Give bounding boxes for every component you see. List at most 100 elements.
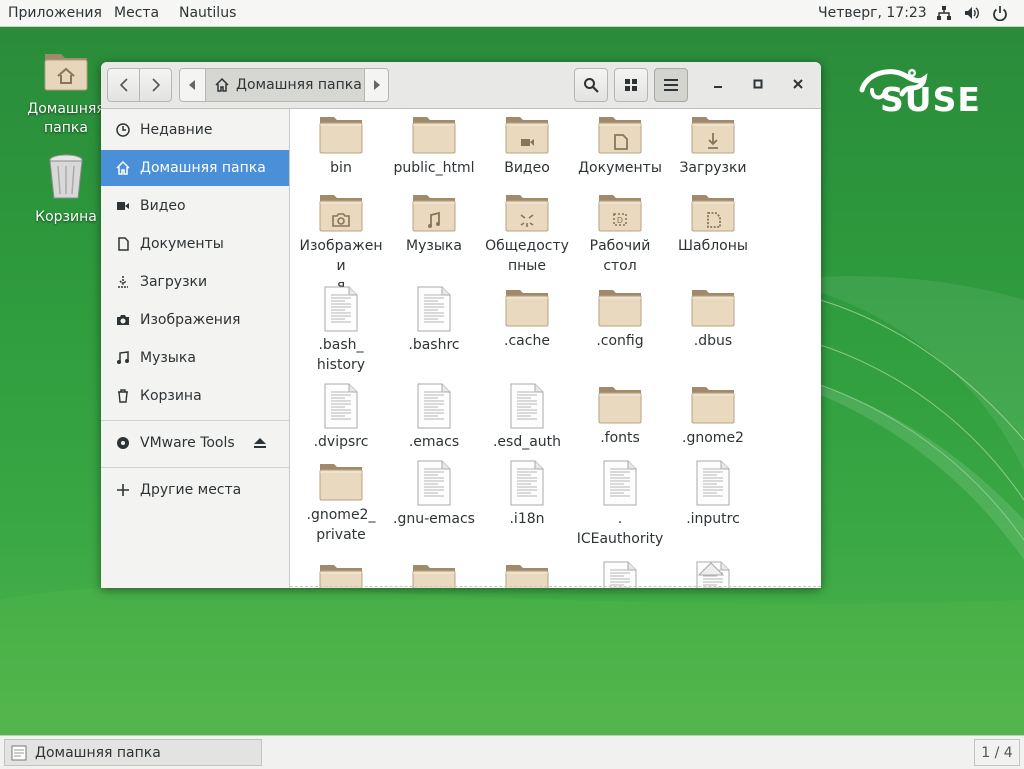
volume-icon[interactable] — [964, 5, 980, 21]
desktop-home-folder[interactable]: Домашняя папка — [26, 48, 106, 138]
folder-item[interactable] — [295, 561, 387, 588]
item-name: .fonts — [574, 428, 666, 448]
folder-item[interactable]: Документы — [574, 113, 666, 178]
sidebar-item-pictures[interactable]: Изображения — [101, 302, 289, 338]
folder-item[interactable]: .fonts — [574, 383, 666, 448]
item-name-line-1: .emacs — [408, 434, 460, 450]
app-menu[interactable]: Nautilus — [179, 0, 236, 26]
maximize-icon — [753, 79, 763, 89]
item-name-line-1: Шаблоны — [678, 238, 748, 254]
item-name-line-1: .fonts — [600, 430, 640, 446]
download-icon — [118, 276, 128, 288]
item-name-line-2: стол — [603, 258, 637, 274]
sidebar-item-video[interactable]: Видео — [101, 188, 289, 224]
folder-public-icon — [505, 195, 549, 232]
folder-item[interactable] — [388, 561, 480, 588]
taskbar: Домашняя папка 1 / 4 — [0, 735, 1024, 769]
file-item[interactable]: .bashrc — [388, 286, 480, 355]
header-bar: Домашняя папка — [101, 62, 821, 109]
sidebar-item-other-locations[interactable]: Другие места — [101, 472, 289, 508]
sidebar-item-home[interactable]: Домашняя папка — [101, 150, 289, 186]
desktop-home-label-2: папка — [44, 120, 88, 136]
folder-item[interactable]: bin — [295, 113, 387, 178]
sidebar-item-recent[interactable]: Недавние — [101, 112, 289, 148]
folder-templates-icon — [691, 195, 735, 232]
folder-icon — [319, 464, 363, 501]
file-item[interactable]: .esd_auth — [481, 383, 573, 452]
folder-item[interactable]: Изображени я — [295, 191, 387, 296]
folder-icon — [691, 290, 735, 327]
item-name-line-1: public_html — [393, 160, 475, 176]
text-file-icon — [417, 286, 451, 332]
folder-item[interactable]: Видео — [481, 113, 573, 178]
item-name-line-1: .inputrc — [686, 511, 740, 527]
item-name-line-2: history — [316, 357, 366, 373]
file-item[interactable] — [667, 561, 759, 588]
file-item[interactable]: .dvipsrc — [295, 383, 387, 452]
folder-item[interactable]: D Рабочий стол — [574, 191, 666, 276]
close-button[interactable] — [788, 74, 808, 94]
sidebar: Недавние Домашняя папка Видео Документы … — [101, 109, 290, 588]
places-menu[interactable]: Места — [114, 0, 159, 26]
sidebar-item-documents[interactable]: Документы — [101, 226, 289, 262]
file-item[interactable]: .gnu-emacs — [388, 460, 480, 529]
folder-item[interactable]: Загрузки — [667, 113, 759, 178]
network-icon[interactable] — [936, 5, 952, 21]
file-item[interactable]: .bash_ history — [295, 286, 387, 375]
search-icon — [584, 78, 599, 93]
file-item[interactable]: .emacs — [388, 383, 480, 452]
sidebar-item-music[interactable]: Музыка — [101, 340, 289, 376]
file-item[interactable]: . ICEauthority — [574, 460, 666, 549]
sidebar-item-label: Видео — [140, 198, 186, 214]
workspace-indicator[interactable]: 1 / 4 — [974, 739, 1020, 766]
item-name-line-1: .cache — [504, 333, 550, 349]
folder-item[interactable]: .dbus — [667, 286, 759, 351]
minimize-button[interactable] — [708, 74, 728, 94]
folder-icon — [412, 117, 456, 154]
menu-button[interactable] — [654, 68, 688, 102]
item-name: Музыка — [388, 236, 480, 256]
eject-icon[interactable] — [253, 436, 267, 450]
back-button[interactable] — [107, 68, 140, 102]
power-icon[interactable] — [992, 5, 1008, 21]
folder-item[interactable]: public_html — [388, 113, 480, 178]
path-scroll-right[interactable] — [365, 69, 389, 101]
text-file-icon — [603, 561, 637, 588]
file-item[interactable]: .i18n — [481, 460, 573, 529]
sidebar-item-downloads[interactable]: Загрузки — [101, 264, 289, 300]
path-home-button[interactable]: Домашняя папка — [205, 69, 365, 101]
folder-item[interactable]: .cache — [481, 286, 573, 351]
file-item[interactable] — [574, 561, 666, 588]
folder-item[interactable]: Шаблоны — [667, 191, 759, 256]
clock[interactable]: Четверг, 17:23 — [818, 0, 927, 26]
forward-button[interactable] — [139, 68, 172, 102]
path-current-label: Домашняя папка — [236, 77, 362, 93]
folder-icon — [598, 387, 642, 424]
maximize-button[interactable] — [748, 74, 768, 94]
path-scroll-left[interactable] — [180, 69, 204, 101]
item-name-line-1: Видео — [504, 160, 550, 176]
file-item[interactable]: .inputrc — [667, 460, 759, 529]
item-name: .dvipsrc — [295, 432, 387, 452]
folder-item[interactable]: Музыка — [388, 191, 480, 256]
folder-item[interactable]: .gnome2 — [667, 383, 759, 448]
item-name: Общедосту пные — [481, 236, 573, 276]
desktop-trash[interactable]: Корзина — [26, 152, 106, 227]
item-name-line-1: Общедосту — [485, 238, 569, 254]
folder-item[interactable]: Общедосту пные — [481, 191, 573, 276]
folder-item[interactable]: .gnome2_ private — [295, 460, 387, 545]
text-file-icon — [510, 460, 544, 506]
item-name: .bashrc — [388, 335, 480, 355]
item-name: .inputrc — [667, 509, 759, 529]
view-grid-button[interactable] — [614, 68, 648, 102]
sidebar-item-trash[interactable]: Корзина — [101, 378, 289, 414]
folder-item[interactable]: .config — [574, 286, 666, 351]
task-button-file-manager[interactable]: Домашняя папка — [4, 739, 262, 766]
folder-item[interactable] — [481, 561, 573, 588]
item-name-line-1: .gnu-emacs — [393, 511, 475, 527]
sidebar-item-vmware-tools[interactable]: VMware Tools — [101, 425, 289, 461]
applications-menu[interactable]: Приложения — [8, 0, 102, 26]
item-name-line-1: .gnome2 — [682, 430, 744, 446]
search-button[interactable] — [574, 68, 608, 102]
item-name: .esd_auth — [481, 432, 573, 452]
